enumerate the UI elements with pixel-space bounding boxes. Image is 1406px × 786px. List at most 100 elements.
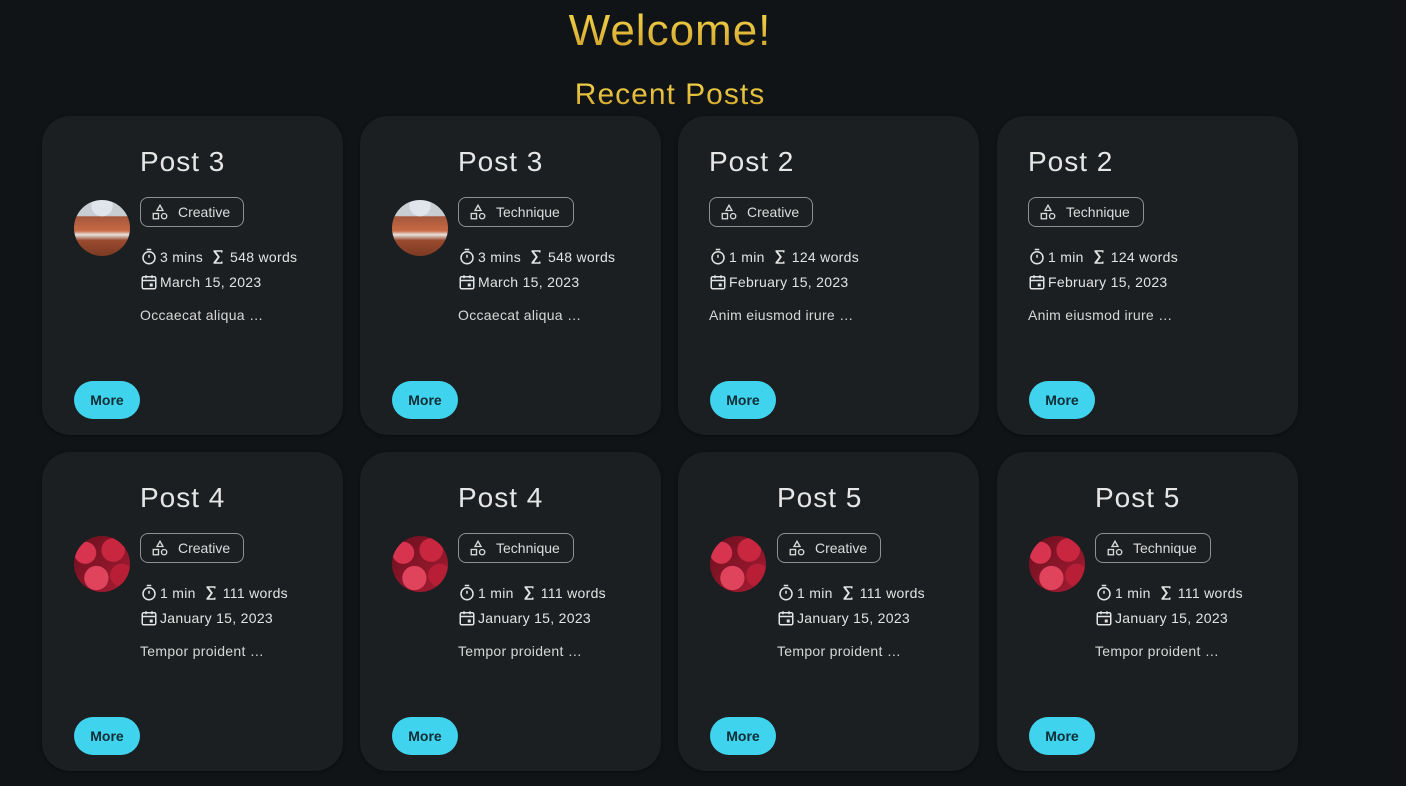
post-excerpt: Tempor proident … [458,643,583,659]
post-date-row: February 15, 2023 [709,273,849,291]
post-title: Post 2 [709,146,795,177]
tag-label: Creative [747,204,800,220]
timer-icon [460,584,474,601]
word-count: 111 words [222,585,288,601]
sigma-icon [524,586,534,600]
tag-label: Technique [1133,540,1197,556]
post-title: Post 2 [1028,146,1114,177]
timer-icon [460,248,474,265]
reading-time: 1 min [797,585,833,601]
post-card: Post 2 Technique 1 min 124 words Februar… [997,116,1298,435]
reading-time: 1 min [478,585,514,601]
post-excerpt: Occaecat aliqua … [458,307,582,323]
post-excerpt: Anim eiusmod irure … [709,307,854,323]
post-stats: 1 min 111 words [140,584,288,602]
page-title: Welcome! [0,6,1340,56]
post-date-row: January 15, 2023 [140,609,273,627]
tag-chip[interactable]: Technique [1028,197,1144,227]
section-title: Recent Posts [0,78,1340,112]
reading-time: 3 mins [478,249,522,265]
more-button[interactable]: More [1029,717,1095,755]
post-avatar [74,200,130,256]
tag-chip[interactable]: Technique [458,197,574,227]
post-stats: 1 min 111 words [1095,584,1243,602]
post-card: Post 5 Creative 1 min 111 words January … [678,452,979,771]
sigma-icon [1094,250,1104,264]
shapes-icon [470,539,486,556]
calendar-icon [710,275,726,290]
post-avatar [1029,536,1085,592]
tag-chip[interactable]: Creative [777,533,882,563]
post-stats: 1 min 111 words [458,584,606,602]
more-button[interactable]: More [74,381,140,419]
post-date-row: March 15, 2023 [140,273,261,291]
calendar-icon [141,611,157,626]
tag-chip[interactable]: Creative [140,197,245,227]
reading-time: 1 min [1115,585,1151,601]
post-avatar [392,200,448,256]
shapes-icon [1107,539,1123,556]
tag-chip[interactable]: Technique [458,533,574,563]
sigma-icon [775,250,785,264]
post-date: January 15, 2023 [1115,610,1228,626]
calendar-icon [1029,275,1045,290]
post-title: Post 3 [458,146,544,177]
sigma-icon [843,586,853,600]
tag-label: Creative [178,204,231,220]
post-date-row: January 15, 2023 [1095,609,1228,627]
post-date: January 15, 2023 [797,610,910,626]
more-button[interactable]: More [74,717,140,755]
calendar-icon [1096,611,1112,626]
post-date: March 15, 2023 [160,274,262,290]
post-date: March 15, 2023 [478,274,580,290]
word-count: 124 words [791,249,860,265]
more-button[interactable]: More [710,381,776,419]
post-excerpt: Occaecat aliqua … [140,307,264,323]
post-avatar [710,536,766,592]
post-card: Post 3 Creative 3 mins 548 words March 1… [42,116,343,435]
post-stats: 3 mins 548 words [458,248,615,266]
post-stats: 1 min 124 words [1028,248,1178,266]
word-count: 548 words [230,249,298,265]
word-count: 124 words [1110,249,1179,265]
post-excerpt: Tempor proident … [1095,643,1220,659]
post-excerpt: Tempor proident … [140,643,265,659]
shapes-icon [789,539,805,556]
post-title: Post 4 [458,482,544,513]
more-button[interactable]: More [392,717,458,755]
timer-icon [711,248,725,265]
reading-time: 1 min [1048,249,1084,265]
tag-label: Technique [496,204,560,220]
post-card: Post 4 Technique 1 min 111 words January… [360,452,661,771]
tag-chip[interactable]: Creative [709,197,814,227]
post-date-row: March 15, 2023 [458,273,579,291]
calendar-icon [141,275,157,290]
post-stats: 1 min 124 words [709,248,859,266]
word-count: 111 words [859,585,925,601]
shapes-icon [152,539,168,556]
shapes-icon [152,203,168,220]
post-excerpt: Anim eiusmod irure … [1028,307,1173,323]
sigma-icon [213,250,223,264]
tag-label: Technique [1066,204,1130,220]
shapes-icon [470,203,486,220]
timer-icon [1030,248,1044,265]
more-button[interactable]: More [1029,381,1095,419]
post-avatar [392,536,448,592]
post-avatar [74,536,130,592]
sigma-icon [531,250,541,264]
post-card: Post 5 Technique 1 min 111 words January… [997,452,1298,771]
post-excerpt: Tempor proident … [777,643,902,659]
sigma-icon [206,586,216,600]
reading-time: 3 mins [160,249,204,265]
tag-chip[interactable]: Creative [140,533,245,563]
more-button[interactable]: More [710,717,776,755]
word-count: 111 words [1177,585,1243,601]
tag-chip[interactable]: Technique [1095,533,1211,563]
post-title: Post 3 [140,146,226,177]
timer-icon [1097,584,1111,601]
shapes-icon [1040,203,1056,220]
more-button[interactable]: More [392,381,458,419]
post-title: Post 5 [777,482,863,513]
reading-time: 1 min [729,249,765,265]
